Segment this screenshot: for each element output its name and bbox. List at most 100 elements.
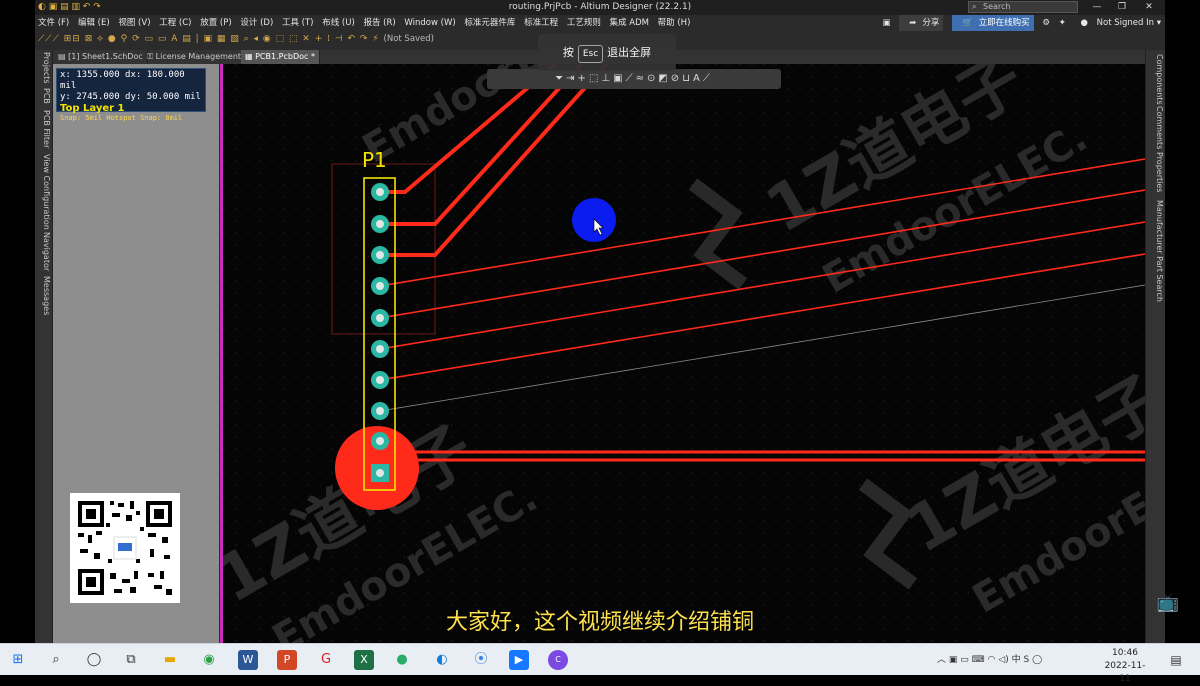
buy-online-button[interactable]: 🛒 立即在线购买 xyxy=(952,15,1034,31)
pad-8 xyxy=(371,402,389,420)
x-value: 1355.000 xyxy=(76,70,120,80)
cross-icon[interactable]: + xyxy=(578,73,589,84)
pad-7 xyxy=(371,371,389,389)
line-icon[interactable]: ⟋ xyxy=(703,73,713,84)
panel-tab-pcb[interactable]: PCB xyxy=(37,88,51,104)
active-bar-toolbar[interactable]: ⏷⇥+⬚⊥▣⟋≈⊙◩⊘⊔A⟋ xyxy=(487,69,781,89)
menu-reports[interactable]: 报告 (R) xyxy=(363,15,395,31)
battery-icon[interactable]: ▭ xyxy=(960,655,969,665)
menu-std-project[interactable]: 标准工程 xyxy=(524,15,558,31)
dimension-icon[interactable]: ⊔ xyxy=(682,73,693,84)
maximize-button[interactable]: ❐ xyxy=(1111,0,1133,15)
ime-icon[interactable]: 中 xyxy=(1012,655,1021,665)
menu-edit[interactable]: 编辑 (E) xyxy=(78,15,110,31)
show-hidden-icon[interactable]: ︿ xyxy=(937,655,946,665)
pcb-drawing[interactable]: 1Z道电子 EmdoorELEC. 1Z道电子 EmdoorELEC. 1Z道电… xyxy=(204,0,1165,643)
taskbar-clock[interactable]: 10:46 2022-11-11 xyxy=(1100,647,1150,686)
menu-help[interactable]: 帮助 (H) xyxy=(658,15,691,31)
pad-4 xyxy=(371,277,389,295)
menu-place[interactable]: 放置 (P) xyxy=(200,15,231,31)
menu-adm[interactable]: 集成 ADM xyxy=(610,15,649,31)
exit-fullscreen-hint: 按 Esc 退出全屏 xyxy=(538,34,676,71)
keyboard-icon[interactable]: ⌨ xyxy=(972,655,985,665)
volume-icon[interactable]: ◁) xyxy=(998,655,1008,665)
wechat-icon[interactable]: ● xyxy=(392,650,412,670)
filter-icon[interactable]: ⏷ xyxy=(555,73,566,84)
gear-icon[interactable]: ⚙ xyxy=(1042,15,1050,31)
tray-app-icon[interactable]: ▣ xyxy=(949,655,958,665)
search-input[interactable]: ⌕ Search xyxy=(968,1,1078,13)
close-button[interactable]: ✕ xyxy=(1138,0,1160,15)
feishu-icon[interactable]: ▶ xyxy=(509,650,529,670)
menu-tools[interactable]: 工具 (T) xyxy=(282,15,314,31)
tab-pcb[interactable]: ▦ PCB1.PcbDoc * xyxy=(241,50,320,64)
select-rect-icon[interactable]: ⬚ xyxy=(589,73,601,84)
text-icon[interactable]: A xyxy=(693,73,703,84)
screen: ◐ ▣ ▤ ▥ ↶ ↷ routing.PrjPcb - Altium Desi… xyxy=(0,0,1200,684)
menu-view[interactable]: 视图 (V) xyxy=(118,15,150,31)
component-icon[interactable]: ▣ xyxy=(613,73,625,84)
search-icon[interactable]: ⌕ xyxy=(46,650,66,670)
edge-icon[interactable]: ◐ xyxy=(432,650,452,670)
word-icon[interactable]: W xyxy=(238,650,258,670)
menu-process-rules[interactable]: 工艺规则 xyxy=(567,15,601,31)
menu-project[interactable]: 工程 (C) xyxy=(159,15,191,31)
user-icon: ● xyxy=(1080,18,1088,28)
pcb-icon: ▦ xyxy=(245,52,256,61)
tab-schematic[interactable]: ▤ [1] Sheet1.SchDoc xyxy=(54,50,148,64)
via-icon[interactable]: ⊙ xyxy=(647,73,658,84)
user-menu[interactable]: ● Not Signed In ▾ xyxy=(1075,15,1161,31)
coordinate-readout: x: 1355.000 dx: 180.000 mil y: 2745.000 … xyxy=(56,68,206,122)
minimize-button[interactable]: — xyxy=(1086,0,1108,15)
canva-icon[interactable]: C xyxy=(548,650,568,670)
left-panel-tabs: Projects PCB PCB Filter View Configurati… xyxy=(35,50,53,643)
panel-tab-manufacturer-part-search[interactable]: Manufacturer Part Search xyxy=(1150,200,1164,302)
file-explorer-icon[interactable]: ▬ xyxy=(160,650,180,670)
pad-3 xyxy=(371,246,389,264)
pad-5 xyxy=(371,309,389,327)
app-s-icon[interactable]: ⦿ xyxy=(471,650,491,670)
wps-icon[interactable]: G xyxy=(316,650,336,670)
polygon-icon[interactable]: ◩ xyxy=(658,73,670,84)
wifi-icon[interactable]: ◠ xyxy=(988,655,996,665)
share-button[interactable]: ➦ 分享 xyxy=(899,15,944,31)
pad-6 xyxy=(371,340,389,358)
task-view-icon[interactable]: ⧉ xyxy=(121,650,141,670)
panel-tab-view-configuration[interactable]: View Configuration xyxy=(37,154,51,230)
sogou-icon[interactable]: S xyxy=(1023,655,1029,665)
panel-tab-comments[interactable]: Comments xyxy=(1150,106,1164,149)
toolbar-icons[interactable]: ⟋⟋⟋ ⊞⊟ ⊠ ⟡ ● ⚲ ⟳ ▭ ▭ A ▤ | ▣ ▦ ▧ ⌕ ◂ ◉ ⬚… xyxy=(38,34,384,44)
menu-std-library[interactable]: 标准元器件库 xyxy=(464,15,515,31)
start-icon[interactable]: ⊞ xyxy=(8,650,28,670)
panel-tab-components[interactable]: Components xyxy=(1150,54,1164,105)
align-icon[interactable]: ⊥ xyxy=(601,73,613,84)
keepout-icon[interactable]: ⊘ xyxy=(671,73,682,84)
clock-time: 10:46 xyxy=(1112,648,1138,658)
cortana-icon[interactable]: ◯ xyxy=(84,650,104,670)
dy-value: 50.000 mil xyxy=(146,92,201,102)
route-icon[interactable]: ⇥ xyxy=(566,73,577,84)
panel-tab-messages[interactable]: Messages xyxy=(37,276,51,315)
chrome-icon[interactable]: ◉ xyxy=(199,650,219,670)
qr-code xyxy=(70,493,180,603)
network-icon[interactable]: ◯ xyxy=(1032,655,1042,665)
menu-route[interactable]: 布线 (U) xyxy=(322,15,355,31)
menu-design[interactable]: 设计 (D) xyxy=(240,15,273,31)
excel-icon[interactable]: X xyxy=(354,650,374,670)
menu-file[interactable]: 文件 (F) xyxy=(38,15,69,31)
pcb-canvas[interactable]: 1Z道电子 EmdoorELEC. 1Z道电子 EmdoorELEC. 1Z道电… xyxy=(204,0,1165,643)
diffpair-icon[interactable]: ≈ xyxy=(636,73,647,84)
panel-tab-pcb-filter[interactable]: PCB Filter xyxy=(37,110,51,148)
powerpoint-icon[interactable]: P xyxy=(277,650,297,670)
cart-icon: 🛒 xyxy=(962,18,973,28)
notification-icon[interactable]: ▤ xyxy=(1166,650,1186,670)
panel-tab-projects[interactable]: Projects xyxy=(37,52,51,84)
menu-window[interactable]: Window (W) xyxy=(404,15,455,31)
feedback-icon[interactable]: ▣ xyxy=(883,15,891,31)
panel-tab-navigator[interactable]: Navigator xyxy=(37,232,51,271)
tab-license-management[interactable]: ⚿ License Management xyxy=(143,50,247,64)
track-icon[interactable]: ⟋ xyxy=(626,73,636,84)
qr-code-image xyxy=(78,501,172,595)
panel-tab-properties[interactable]: Properties xyxy=(1150,152,1164,192)
tools-icon[interactable]: ✦ xyxy=(1059,15,1066,31)
